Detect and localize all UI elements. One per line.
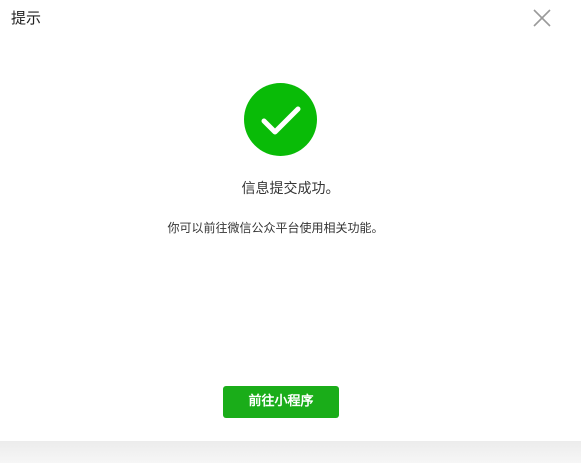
- message-title: 信息提交成功。: [241, 181, 340, 197]
- dialog-title: 提示: [11, 9, 42, 27]
- message-description: 你可以前往微信公众平台使用相关功能。: [167, 221, 384, 235]
- dialog: 提示 信息提交成功。 你可以前往微信公众平台使用相关功能。 前往小程序: [0, 0, 581, 441]
- success-check-icon: [244, 83, 317, 156]
- go-to-mini-program-button[interactable]: 前往小程序: [223, 386, 339, 418]
- dialog-bottom-shadow: [0, 441, 581, 463]
- close-icon: [533, 9, 551, 27]
- close-button[interactable]: [530, 6, 554, 30]
